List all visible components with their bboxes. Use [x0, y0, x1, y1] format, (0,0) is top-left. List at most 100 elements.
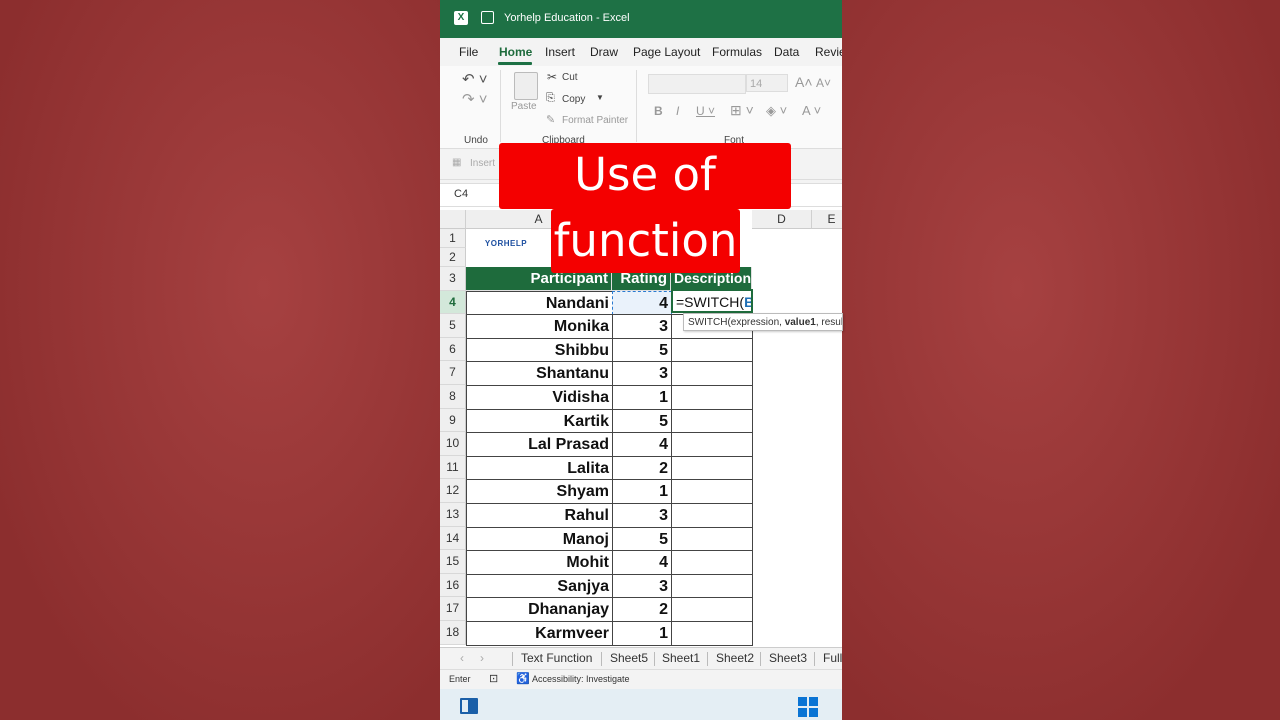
rating-cell[interactable]: 2: [612, 597, 672, 622]
participant-cell[interactable]: Dhananjay: [466, 597, 613, 622]
tab-page-layout[interactable]: Page Layout: [633, 45, 700, 59]
description-cell[interactable]: [671, 621, 753, 646]
participant-cell[interactable]: Karmveer: [466, 621, 613, 646]
sheet-scroll-right-icon[interactable]: ›: [480, 651, 484, 665]
redo-icon[interactable]: ↷ ˅: [462, 90, 488, 108]
undo-icon[interactable]: ↶ ˅: [462, 70, 488, 88]
copy-dropdown-icon[interactable]: ▼: [596, 93, 604, 102]
description-cell[interactable]: [671, 432, 753, 457]
sheet-tab-sheet3[interactable]: Sheet3: [769, 651, 807, 665]
row-header[interactable]: 10: [440, 432, 466, 456]
insert-icon[interactable]: ▦: [452, 157, 461, 168]
row-header[interactable]: 11: [440, 455, 466, 480]
accessibility-status[interactable]: Accessibility: Investigate: [532, 674, 630, 684]
task-view-icon[interactable]: [460, 698, 478, 714]
rating-cell[interactable]: 4: [612, 432, 672, 457]
tab-insert[interactable]: Insert: [545, 45, 575, 59]
format-painter-label[interactable]: Format Painter: [562, 115, 628, 126]
row-header[interactable]: 5: [440, 314, 466, 338]
participant-cell[interactable]: Shyam: [466, 479, 613, 504]
participant-cell[interactable]: Mohit: [466, 550, 613, 575]
sheet-tab-sheet1[interactable]: Sheet1: [662, 651, 700, 665]
participant-cell[interactable]: Rahul: [466, 503, 613, 528]
description-cell[interactable]: [671, 550, 753, 575]
description-cell[interactable]: [671, 526, 753, 552]
windows-start-icon[interactable]: [798, 697, 818, 717]
borders-icon[interactable]: ⊞ ˅: [730, 102, 754, 119]
participant-cell[interactable]: Monika: [466, 314, 613, 339]
tab-review[interactable]: Revie: [815, 45, 842, 59]
description-cell[interactable]: [671, 337, 753, 363]
description-cell[interactable]: [671, 573, 753, 599]
description-cell[interactable]: [671, 385, 753, 410]
sheet-tab-sheet5[interactable]: Sheet5: [610, 651, 648, 665]
rating-cell[interactable]: 4: [612, 290, 672, 316]
description-cell[interactable]: [671, 597, 753, 622]
rating-cell[interactable]: 1: [612, 385, 672, 410]
participant-cell[interactable]: Shibbu: [466, 337, 613, 363]
rating-cell[interactable]: 3: [612, 361, 672, 386]
description-cell[interactable]: [671, 479, 753, 504]
copy-label[interactable]: Copy: [562, 94, 585, 105]
accessibility-icon[interactable]: ♿: [516, 672, 530, 685]
column-header-d[interactable]: D: [752, 210, 812, 229]
column-header-e[interactable]: E: [812, 210, 842, 229]
row-header[interactable]: 8: [440, 385, 466, 409]
rating-cell[interactable]: 5: [612, 526, 672, 552]
rating-cell[interactable]: 3: [612, 573, 672, 599]
sheet-scroll-left-icon[interactable]: ‹: [460, 651, 464, 665]
description-cell[interactable]: [671, 455, 753, 481]
row-header[interactable]: 4: [440, 290, 466, 315]
row-header[interactable]: 3: [440, 267, 466, 291]
participant-cell[interactable]: Vidisha: [466, 385, 613, 410]
participant-cell[interactable]: Lal Prasad: [466, 432, 613, 457]
macro-record-icon[interactable]: ⊡: [489, 672, 498, 685]
format-painter-icon[interactable]: ✎: [546, 113, 555, 126]
row-header[interactable]: 18: [440, 621, 466, 645]
worksheet-grid[interactable]: A D E 1 2 3 4 5 6 7 8 9 10 11 12 13 14 15 16 17 18 YORHEL…: [440, 207, 842, 647]
participant-cell[interactable]: Shantanu: [466, 361, 613, 386]
participant-cell[interactable]: Manoj: [466, 526, 613, 552]
italic-icon[interactable]: I: [676, 104, 679, 118]
row-header[interactable]: 16: [440, 573, 466, 598]
row-header[interactable]: 14: [440, 526, 466, 551]
rating-cell[interactable]: 3: [612, 503, 672, 528]
row-header[interactable]: 17: [440, 597, 466, 621]
description-cell[interactable]: [671, 408, 753, 434]
font-color-icon[interactable]: A ˅: [802, 103, 821, 118]
insert-label[interactable]: Insert: [470, 158, 495, 169]
rating-cell[interactable]: 5: [612, 337, 672, 363]
tab-draw[interactable]: Draw: [590, 45, 618, 59]
tab-home[interactable]: Home: [499, 45, 532, 59]
rating-cell[interactable]: 4: [612, 550, 672, 575]
row-header[interactable]: 15: [440, 550, 466, 574]
bold-icon[interactable]: B: [654, 104, 663, 118]
description-cell[interactable]: [671, 361, 753, 386]
rating-cell[interactable]: 1: [612, 621, 672, 646]
row-header[interactable]: 1: [440, 229, 466, 248]
rating-cell[interactable]: 3: [612, 314, 672, 339]
row-header[interactable]: 12: [440, 479, 466, 503]
row-header[interactable]: 6: [440, 337, 466, 362]
copy-icon[interactable]: ⎘: [546, 92, 555, 105]
description-cell[interactable]: [671, 503, 753, 528]
participant-cell[interactable]: Nandani: [466, 290, 613, 316]
font-size-box[interactable]: 14: [746, 74, 788, 92]
tab-data[interactable]: Data: [774, 45, 799, 59]
rating-cell[interactable]: 5: [612, 408, 672, 434]
cut-icon[interactable]: ✂: [547, 70, 557, 84]
rating-cell[interactable]: 1: [612, 479, 672, 504]
rating-cell[interactable]: 2: [612, 455, 672, 481]
cut-label[interactable]: Cut: [562, 72, 578, 83]
paste-icon[interactable]: [514, 72, 538, 100]
active-cell-formula[interactable]: =SWITCH(B4,: [671, 289, 753, 313]
underline-icon[interactable]: U ˅: [696, 104, 715, 118]
participant-cell[interactable]: Lalita: [466, 455, 613, 481]
fill-color-icon[interactable]: ◈ ˅: [766, 103, 787, 119]
tab-formulas[interactable]: Formulas: [712, 45, 762, 59]
tab-file[interactable]: File: [459, 45, 478, 59]
select-all-corner[interactable]: [440, 210, 466, 229]
participant-cell[interactable]: Kartik: [466, 408, 613, 434]
sheet-tab-text-function[interactable]: Text Function: [521, 651, 592, 665]
row-header[interactable]: 7: [440, 361, 466, 385]
